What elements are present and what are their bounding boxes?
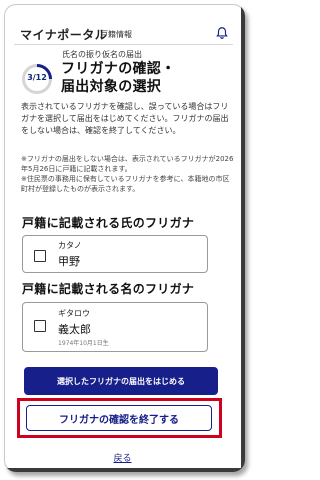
back-link[interactable]: 戻る — [4, 451, 241, 464]
app-header: マイナポータル 戸籍情報 — [14, 26, 233, 44]
page-title: フリガナの確認・ 届出対象の選択 — [61, 60, 175, 96]
given-name-kana: ギタロウ — [58, 309, 90, 318]
phone-frame: マイナポータル 戸籍情報 3/12 氏名の振り仮名の届出 フリガナの確認・ 届出… — [4, 4, 245, 472]
surname-checkbox[interactable] — [34, 250, 46, 262]
page-title-line-1: フリガナの確認・ — [61, 61, 176, 77]
surname-kanji: 甲野 — [58, 255, 80, 268]
given-name-kanji: 義太郎 — [58, 323, 91, 336]
given-name-option-card[interactable]: ギタロウ 義太郎 1974年10月1日生 — [22, 302, 208, 352]
page-subheading: 氏名の振り仮名の届出 — [62, 50, 142, 59]
highlight-box: フリガナの確認を終了する — [17, 398, 222, 438]
phone-side-edge — [241, 4, 245, 472]
birth-date: 1974年10月1日生 — [58, 340, 109, 347]
note-1: ※フリガナの届出をしない場合は、表示されているフリガナが2026年5月26日に戸… — [21, 155, 234, 173]
given-name-checkbox[interactable] — [34, 320, 46, 332]
app-title[interactable]: マイナポータル — [20, 26, 107, 43]
notes: ※フリガナの届出をしない場合は、表示されているフリガナが2026年5月26日に戸… — [21, 154, 236, 194]
page-title-line-2: 届出対象の選択 — [61, 79, 162, 95]
bell-icon[interactable] — [215, 26, 229, 40]
start-notification-button[interactable]: 選択したフリガナの届出をはじめる — [24, 367, 218, 395]
surname-section-title: 戸籍に記載される氏のフリガナ — [22, 216, 195, 230]
surname-kana: カタノ — [58, 241, 82, 250]
surname-option-card[interactable]: カタノ 甲野 — [22, 235, 208, 273]
progress-label: 3/12 — [27, 73, 47, 82]
given-name-section-title: 戸籍に記載される名のフリガナ — [22, 282, 195, 296]
finish-confirmation-button[interactable]: フリガナの確認を終了する — [26, 405, 212, 431]
note-2: ※住民票の事務用に保有しているフリガナを参考に、本籍地の市区町村が登録したものが… — [21, 175, 230, 193]
phone-bottom-edge — [4, 468, 245, 472]
header-divider — [14, 44, 233, 45]
section-label: 戸籍情報 — [100, 30, 132, 39]
instruction-text: 表示されているフリガナを確認し、誤っている場合はフリガナを選択して届出をはじめて… — [21, 102, 229, 135]
